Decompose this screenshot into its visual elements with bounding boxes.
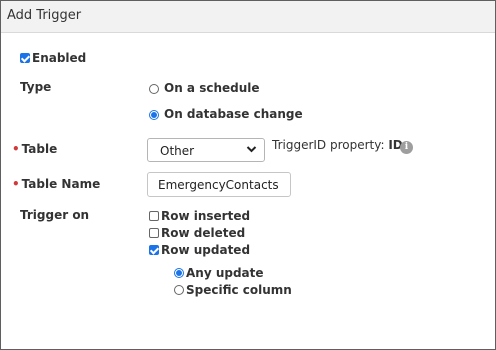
row-deleted-label[interactable]: Row deleted [161,226,245,240]
chevron-down-icon [246,142,257,159]
table-name-field-label: • Table Name [12,173,100,192]
specific-column-label[interactable]: Specific column [186,283,292,297]
required-marker: • [12,177,20,191]
row-inserted-label[interactable]: Row inserted [161,209,250,223]
database-change-radio[interactable] [149,110,159,120]
schedule-option-label[interactable]: On a schedule [164,81,260,95]
table-select[interactable]: Other [147,138,265,162]
table-name-input-value: EmergencyContacts [158,178,279,192]
trigger-id-property: TriggerID property: ID [272,138,403,152]
add-trigger-dialog: Add Trigger Enabled Type On a schedule O… [0,0,496,350]
row-deleted-checkbox[interactable] [149,228,159,238]
table-name-label: Table Name [21,177,101,191]
database-change-option-label[interactable]: On database change [164,107,303,121]
type-label: Type [20,80,52,94]
trigger-on-label: Trigger on [20,208,90,222]
row-inserted-checkbox[interactable] [149,211,159,221]
schedule-radio[interactable] [149,84,159,94]
specific-column-radio[interactable] [174,285,184,295]
dialog-titlebar: Add Trigger [1,1,495,33]
row-updated-checkbox[interactable] [149,245,159,255]
trigger-id-property-prefix: TriggerID property: [272,138,389,152]
table-select-value: Other [160,144,195,158]
dialog-title: Add Trigger [7,8,82,23]
table-name-input[interactable]: EmergencyContacts [147,172,291,197]
enabled-checkbox[interactable] [20,53,30,63]
any-update-label[interactable]: Any update [186,266,264,280]
required-marker: • [12,142,20,156]
table-label: Table [21,142,58,156]
any-update-radio[interactable] [174,268,184,278]
enabled-label[interactable]: Enabled [32,51,86,65]
table-field-label: • Table [12,138,57,157]
row-updated-label[interactable]: Row updated [161,243,250,257]
info-icon[interactable]: i [400,141,413,154]
